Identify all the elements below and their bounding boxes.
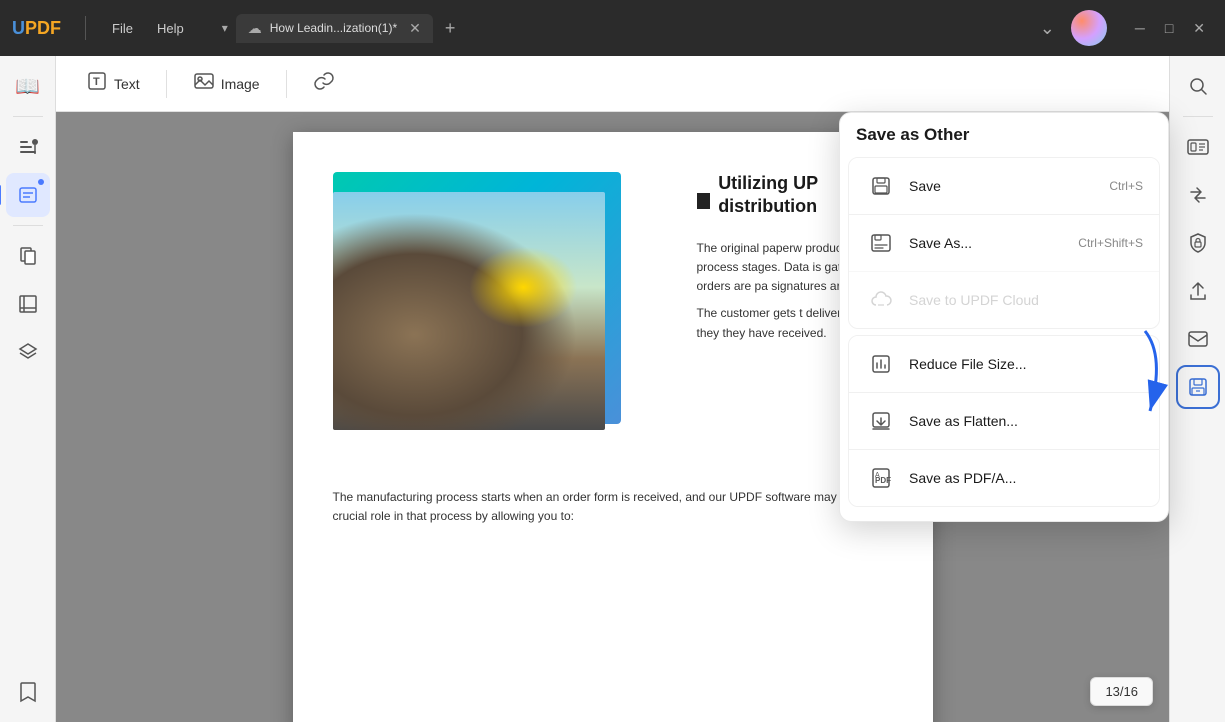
menu-help[interactable]: Help xyxy=(147,17,194,40)
tab-title: How Leadin...ization(1)* xyxy=(270,21,397,35)
svg-text:T: T xyxy=(93,76,100,88)
tab-close-button[interactable]: ✕ xyxy=(409,20,421,37)
pdf-page: Utilizing UP distribution The original p… xyxy=(293,132,933,722)
save-as-dropdown: Save as Other Save Ctrl+S xyxy=(839,112,1169,522)
pdf-black-square xyxy=(697,193,711,209)
tab-cloud-icon: ☁ xyxy=(248,20,262,37)
pdf-image xyxy=(333,172,653,452)
sidebar-divider-1 xyxy=(13,116,43,117)
save-flatten-label: Save as Flatten... xyxy=(909,413,1143,429)
titlebar-menu: File Help xyxy=(102,17,194,40)
add-tab-button[interactable]: + xyxy=(437,14,464,43)
save-cloud-item: Save to UPDF Cloud xyxy=(849,271,1159,328)
sidebar-item-layers[interactable] xyxy=(6,330,50,374)
text-tool-icon: T xyxy=(86,70,108,97)
sidebar-item-bookmark[interactable] xyxy=(6,670,50,714)
page-indicator: 13/16 xyxy=(1090,677,1153,706)
tab-area: ▾ ☁ How Leadin...ization(1)* ✕ + xyxy=(218,14,617,43)
save-item[interactable]: Save Ctrl+S xyxy=(849,158,1159,214)
app-logo: UPDF xyxy=(12,18,61,39)
right-save-button[interactable] xyxy=(1176,365,1220,409)
right-share-button[interactable] xyxy=(1176,269,1220,313)
right-search-button[interactable] xyxy=(1176,64,1220,108)
pdf-photo-inner xyxy=(333,192,605,430)
save-as-icon xyxy=(865,227,897,259)
image-tool[interactable]: Image xyxy=(179,62,274,105)
dropdown-group-1: Save Ctrl+S Save As... Ctrl+Shift+S xyxy=(848,157,1160,329)
save-as-label: Save As... xyxy=(909,235,1066,251)
pdf-image-photo xyxy=(333,192,605,430)
left-sidebar: 📖 xyxy=(0,56,56,722)
save-cloud-label: Save to UPDF Cloud xyxy=(909,292,1143,308)
toolbar: T Text Image xyxy=(56,56,1169,112)
save-icon xyxy=(865,170,897,202)
toolbar-separator-2 xyxy=(286,70,287,98)
nav-chevron[interactable]: ⌄ xyxy=(1032,14,1063,43)
save-pdfa-label: Save as PDF/A... xyxy=(909,470,1143,486)
save-flatten-item[interactable]: Save as Flatten... xyxy=(849,392,1159,449)
sidebar-item-read[interactable]: 📖 xyxy=(6,64,50,108)
reduce-size-icon xyxy=(865,348,897,380)
sidebar-item-annotate[interactable] xyxy=(6,173,50,217)
sidebar-item-crop[interactable] xyxy=(6,282,50,326)
titlebar: UPDF File Help ▾ ☁ How Leadin...ization(… xyxy=(0,0,1225,56)
text-tool-label: Text xyxy=(114,76,140,92)
link-tool[interactable] xyxy=(299,62,349,105)
image-tool-icon xyxy=(193,70,215,97)
active-tab[interactable]: ☁ How Leadin...ization(1)* ✕ xyxy=(236,14,433,43)
dropdown-title: Save as Other xyxy=(840,125,1168,157)
image-tool-label: Image xyxy=(221,76,260,92)
user-avatar[interactable] xyxy=(1071,10,1107,46)
text-tool[interactable]: T Text xyxy=(72,62,154,105)
dropdown-group-2: Reduce File Size... Save as Flatten... xyxy=(848,335,1160,507)
close-button[interactable]: ✕ xyxy=(1185,16,1213,41)
save-shortcut: Ctrl+S xyxy=(1109,179,1143,193)
right-protect-button[interactable] xyxy=(1176,221,1220,265)
tab-dropdown-arrow[interactable]: ▾ xyxy=(218,17,232,39)
svg-text:A: A xyxy=(875,472,880,479)
avatar-image xyxy=(1071,10,1107,46)
save-label: Save xyxy=(909,178,1097,194)
sidebar-item-edit[interactable] xyxy=(6,125,50,169)
sidebar-divider-2 xyxy=(13,225,43,226)
save-as-shortcut: Ctrl+Shift+S xyxy=(1078,236,1143,250)
right-convert-button[interactable] xyxy=(1176,173,1220,217)
titlebar-divider xyxy=(85,16,86,40)
right-ocr-button[interactable] xyxy=(1176,125,1220,169)
pdf-lower-text: The manufacturing process starts when an… xyxy=(333,480,893,526)
toolbar-separator xyxy=(166,70,167,98)
menu-file[interactable]: File xyxy=(102,17,143,40)
save-cloud-icon xyxy=(865,284,897,316)
maximize-button[interactable]: □ xyxy=(1157,16,1181,41)
sidebar-item-pages[interactable] xyxy=(6,234,50,278)
reduce-size-label: Reduce File Size... xyxy=(909,356,1143,372)
right-sidebar: Save as Other Save Ctrl+S xyxy=(1169,56,1225,722)
app-body: 📖 xyxy=(0,56,1225,722)
save-flatten-icon xyxy=(865,405,897,437)
right-sidebar-divider-1 xyxy=(1183,116,1213,117)
active-indicator xyxy=(38,179,44,185)
link-tool-icon xyxy=(313,70,335,97)
window-controls: ─ □ ✕ xyxy=(1127,16,1213,41)
save-pdfa-icon: PDF A xyxy=(865,462,897,494)
minimize-button[interactable]: ─ xyxy=(1127,16,1153,41)
save-as-item[interactable]: Save As... Ctrl+Shift+S xyxy=(849,214,1159,271)
save-pdfa-item[interactable]: PDF A Save as PDF/A... xyxy=(849,449,1159,506)
reduce-size-item[interactable]: Reduce File Size... xyxy=(849,336,1159,392)
right-email-button[interactable] xyxy=(1176,317,1220,361)
